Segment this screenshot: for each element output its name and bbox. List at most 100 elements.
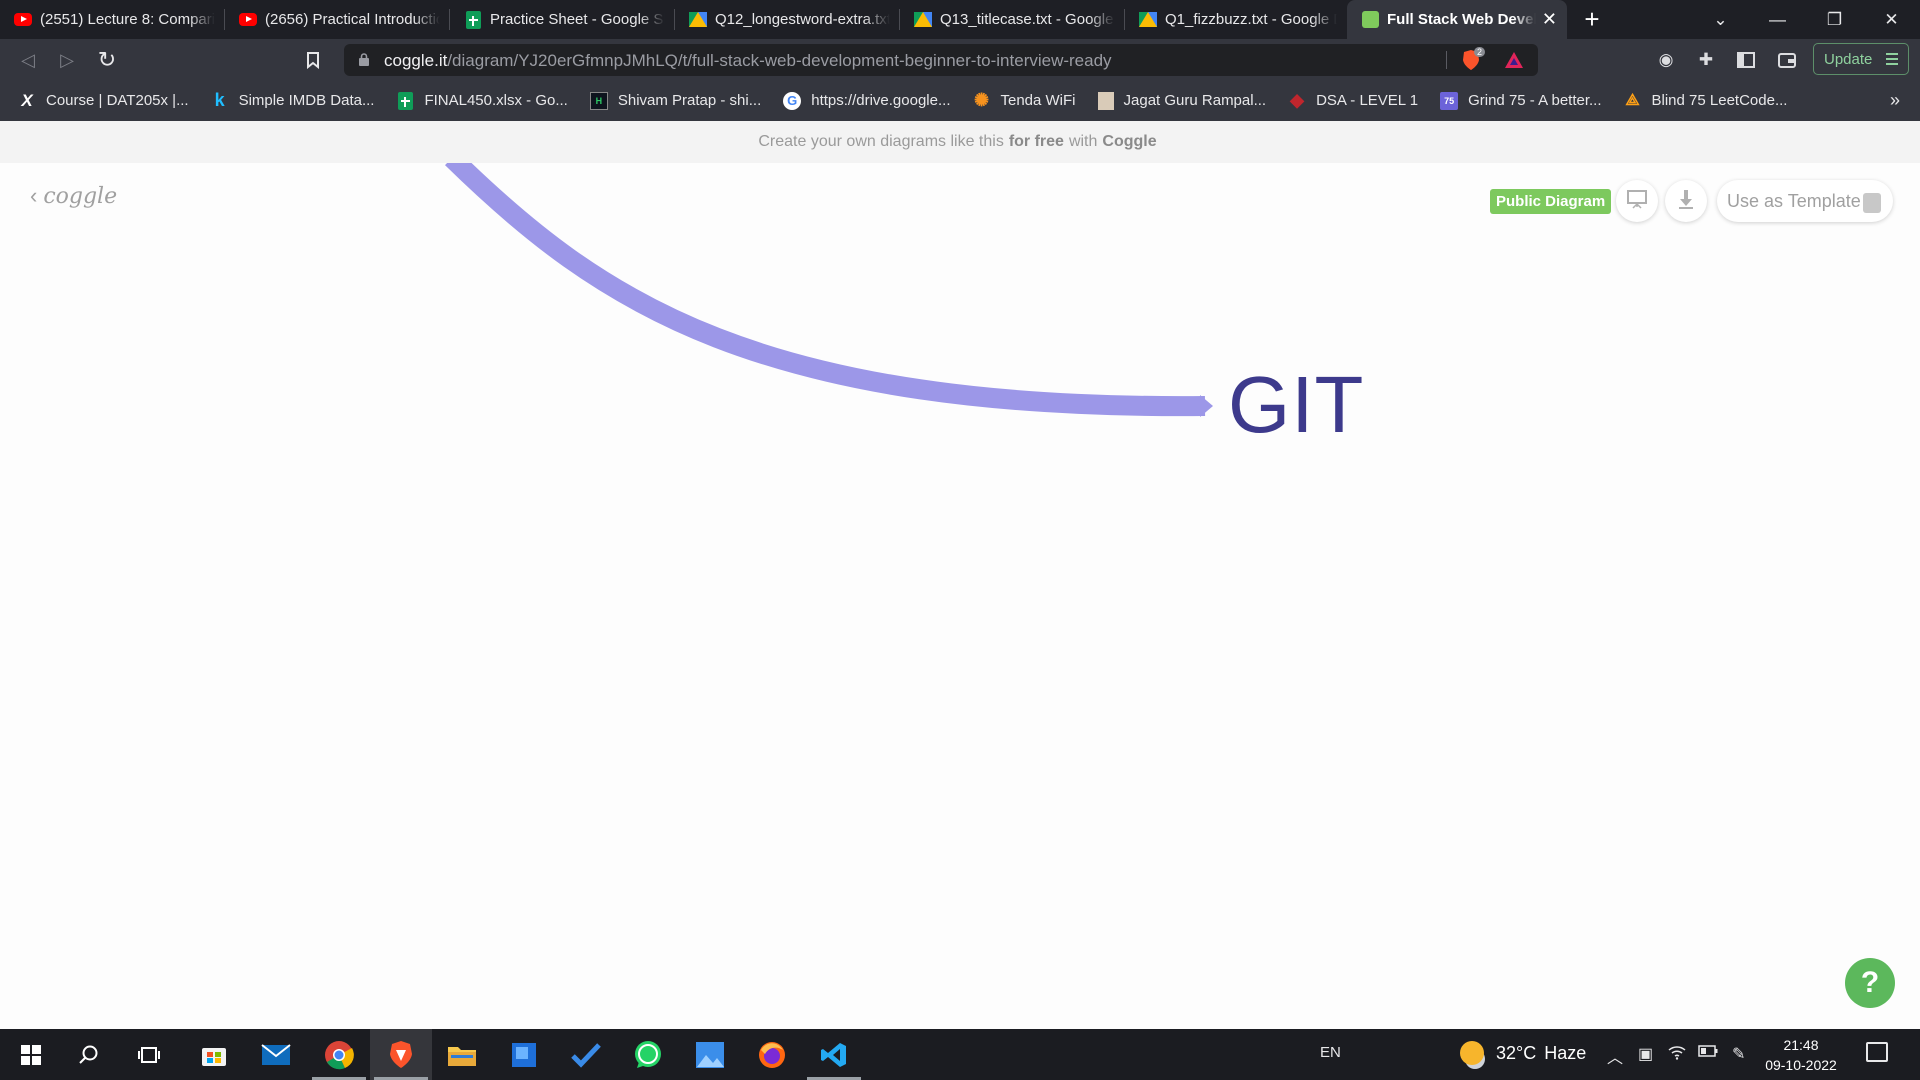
blue-app-icon[interactable]	[493, 1029, 555, 1080]
bookmarks-overflow-chevron-icon[interactable]: »	[1890, 90, 1900, 111]
shield-count: 2	[1474, 47, 1486, 57]
update-button[interactable]: Update	[1813, 43, 1909, 75]
close-window-button[interactable]: ✕	[1863, 0, 1920, 39]
tab-q13-titlecase[interactable]: Q13_titlecase.txt - Google Drive	[900, 0, 1125, 39]
wifi-icon[interactable]	[1668, 1044, 1686, 1065]
bookmark-label: Tenda WiFi	[1000, 92, 1076, 109]
brave-rewards-icon[interactable]	[1504, 51, 1524, 74]
mail-icon[interactable]	[245, 1029, 307, 1080]
youtube-icon	[14, 11, 32, 29]
update-label: Update	[1824, 50, 1873, 68]
task-view-icon[interactable]	[118, 1029, 180, 1080]
mindmap-node-git[interactable]: GIT	[1228, 359, 1364, 451]
tab-practice-sheet[interactable]: Practice Sheet - Google Sheets	[450, 0, 675, 39]
portrait-icon	[1097, 91, 1114, 110]
bookmark-blind-75[interactable]: ⟁ Blind 75 LeetCode...	[1624, 91, 1787, 110]
bookmark-dsa-level-1[interactable]: ◆ DSA - LEVEL 1	[1288, 90, 1419, 110]
firefox-icon[interactable]	[741, 1029, 803, 1080]
bookmark-jagat-guru[interactable]: Jagat Guru Rampal...	[1097, 91, 1267, 110]
clock-date: 09-10-2022	[1765, 1057, 1837, 1073]
url-text: coggle.it/diagram/YJ20erGfmnpJMhLQ/t/ful…	[384, 51, 1112, 71]
bookmark-final450[interactable]: FINAL450.xlsx - Go...	[396, 91, 568, 110]
tab-title: Q12_longestword-extra.txt	[715, 11, 890, 28]
tab-lecture-8[interactable]: (2551) Lecture 8: Comparison	[0, 0, 225, 39]
windows-taskbar: EN 32°C Haze ︿ ▣ ✎ 21:48 09-10-2022	[0, 1029, 1920, 1080]
address-bar[interactable]: coggle.it/diagram/YJ20erGfmnpJMhLQ/t/ful…	[344, 44, 1538, 76]
camera-icon[interactable]: ▣	[1638, 1044, 1653, 1064]
pen-icon[interactable]: ✎	[1732, 1044, 1745, 1064]
bookmark-course-dat205x[interactable]: X Course | DAT205x |...	[18, 91, 188, 110]
battery-icon[interactable]	[1698, 1044, 1718, 1062]
bookmark-label: DSA - LEVEL 1	[1316, 92, 1419, 109]
copy-template-icon	[1863, 193, 1881, 213]
download-button[interactable]	[1665, 180, 1707, 222]
new-tab-button[interactable]: +	[1567, 0, 1617, 39]
k-icon: k	[214, 90, 225, 110]
vscode-icon[interactable]	[803, 1029, 865, 1080]
restore-button[interactable]: ❐	[1806, 0, 1863, 39]
windows-start-icon[interactable]	[0, 1029, 62, 1080]
speedometer-icon[interactable]: ◉	[1654, 48, 1678, 72]
present-button[interactable]	[1616, 180, 1658, 222]
bookmark-label: https://drive.google...	[811, 92, 951, 109]
bookmark-shivam-pratap[interactable]: H Shivam Pratap - shi...	[589, 91, 761, 110]
back-arrow-icon[interactable]: ◁	[14, 46, 42, 74]
browser-toolbar: ◁ ▷ ↻ coggle.it/diagram/YJ20erGfmnpJMhLQ…	[0, 39, 1920, 80]
chrome-icon[interactable]	[308, 1029, 370, 1080]
tenda-icon: ✺	[973, 90, 990, 110]
system-clock[interactable]: 21:48 09-10-2022	[1760, 1035, 1842, 1075]
input-language-indicator[interactable]: EN	[1320, 1044, 1341, 1061]
bookmark-grind-75[interactable]: 75 Grind 75 - A better...	[1440, 91, 1602, 110]
photos-icon[interactable]	[679, 1029, 741, 1080]
promo-banner[interactable]: Create your own diagrams like this for f…	[0, 121, 1920, 163]
brave-browser-icon[interactable]	[370, 1029, 432, 1080]
wallet-icon[interactable]	[1775, 48, 1799, 72]
branch-to-git[interactable]	[445, 163, 1206, 417]
tab-title: Practice Sheet - Google Sheets	[490, 11, 665, 28]
tab-title: Q1_fizzbuzz.txt - Google Drive	[1165, 11, 1337, 28]
todo-checkmark-icon[interactable]	[555, 1029, 617, 1080]
notification-center-icon[interactable]	[1866, 1042, 1888, 1062]
google-icon: G	[783, 91, 802, 110]
banner-emphasis-free: for free	[1008, 133, 1064, 150]
lock-icon	[359, 53, 369, 66]
weather-widget[interactable]: 32°C Haze	[1460, 1041, 1586, 1065]
whatsapp-icon[interactable]	[617, 1029, 679, 1080]
reload-icon[interactable]: ↻	[93, 46, 121, 74]
tab-title: Q13_titlecase.txt - Google Drive	[940, 11, 1115, 28]
tab-practical-introduction[interactable]: (2656) Practical Introduction	[225, 0, 450, 39]
url-host: coggle.it	[384, 51, 448, 70]
bookmark-label: FINAL450.xlsx - Go...	[424, 92, 568, 109]
microsoft-store-icon[interactable]	[183, 1029, 245, 1080]
bookmark-label: Jagat Guru Rampal...	[1123, 92, 1267, 109]
extensions-puzzle-icon[interactable]: ✚	[1694, 48, 1718, 72]
bookmark-tenda-wifi[interactable]: ✺ Tenda WiFi	[972, 90, 1076, 110]
forward-arrow-icon[interactable]: ▷	[53, 46, 81, 74]
close-tab-icon[interactable]: ✕	[1542, 9, 1557, 30]
bookmark-simple-imdb[interactable]: k Simple IMDB Data...	[211, 90, 375, 110]
hackerrank-icon: H	[589, 91, 608, 110]
tab-q1-fizzbuzz[interactable]: Q1_fizzbuzz.txt - Google Drive	[1125, 0, 1347, 39]
bookmark-drive-google[interactable]: G https://drive.google...	[783, 91, 951, 110]
branch-arrow-tip	[1200, 395, 1213, 417]
use-as-template-button[interactable]: Use as Template	[1717, 180, 1893, 222]
search-icon[interactable]	[58, 1029, 120, 1080]
help-button[interactable]: ?	[1845, 958, 1895, 1008]
file-explorer-icon[interactable]	[431, 1029, 493, 1080]
show-hidden-icons-chevron-icon[interactable]: ︿	[1607, 1044, 1623, 1068]
tab-full-stack-web-development[interactable]: Full Stack Web Develop ✕	[1347, 0, 1567, 39]
leetcode-icon: ⟁	[1625, 91, 1640, 109]
back-chevron-icon: ‹	[30, 183, 38, 208]
minimize-button[interactable]: —	[1749, 0, 1806, 39]
presentation-screen-icon	[1626, 188, 1648, 215]
google-sheets-icon	[464, 10, 482, 29]
tab-q12-longestword[interactable]: Q12_longestword-extra.txt	[675, 0, 900, 39]
diagram-canvas[interactable]: ‹ coggle Public Diagram Use as Template G…	[0, 163, 1920, 1029]
youtube-icon	[239, 11, 257, 29]
sidebar-icon[interactable]	[1734, 48, 1758, 72]
brave-shields-icon[interactable]: 2	[1461, 47, 1486, 71]
bookmark-icon[interactable]	[299, 46, 327, 74]
tab-search-chevron-icon[interactable]: ⌄	[1692, 0, 1749, 39]
temperature: 32°C	[1496, 1042, 1537, 1063]
coggle-back-logo[interactable]: ‹ coggle	[30, 183, 117, 209]
